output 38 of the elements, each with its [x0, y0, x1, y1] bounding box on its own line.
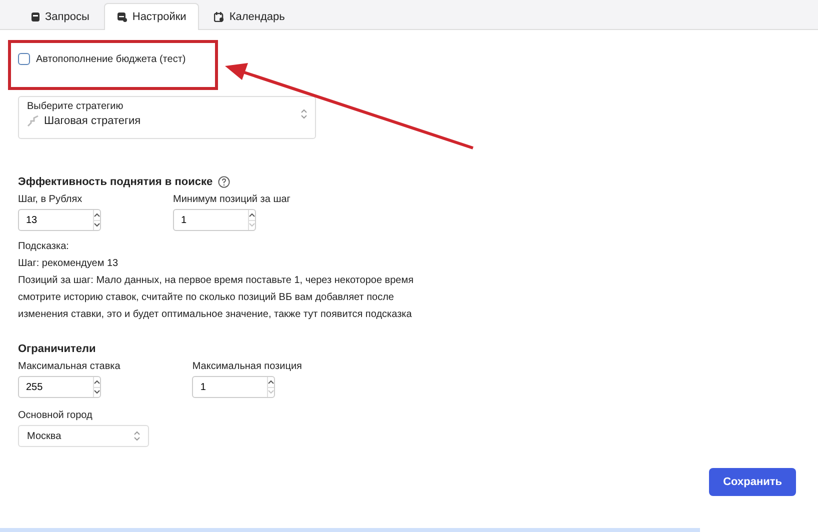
- calendar-icon: [214, 12, 224, 22]
- checkbox-label: Автопополнение бюджета (тест): [36, 54, 186, 64]
- increment-icon[interactable]: [268, 380, 274, 384]
- number-input[interactable]: 255: [19, 377, 93, 397]
- hint-text: Подсказка:: [18, 240, 70, 254]
- decrement-icon[interactable]: [94, 390, 100, 394]
- increment-icon[interactable]: [249, 212, 255, 217]
- field-label: Минимум позиций за шаг: [173, 194, 290, 205]
- updown-icon: [134, 431, 140, 441]
- save-button[interactable]: Сохранить: [709, 468, 796, 496]
- stairs-icon: [27, 115, 39, 127]
- number-field[interactable]: 13: [18, 209, 101, 231]
- number-input[interactable]: 1: [174, 210, 248, 230]
- decrement-icon[interactable]: [94, 223, 100, 228]
- field-label: Основной город: [18, 410, 94, 421]
- tab[interactable]: Настройки: [104, 3, 200, 30]
- help-icon: [218, 176, 230, 188]
- tab[interactable]: Календарь: [201, 3, 298, 30]
- number-field[interactable]: 1: [192, 376, 276, 398]
- hint-text: Шаг: рекомендуем 13: [18, 257, 120, 271]
- tab[interactable]: Запросы: [18, 3, 102, 30]
- number-input[interactable]: 1: [193, 377, 268, 397]
- hint-text: Позиций за шаг: Мало данных, на первое время поставьте 1, через некоторое время смотрите историю ставок, считайте по сколько позиций ВБ вам добавляет после изменения ставки, это и будет оптимальное значение, также тут появится подсказка: [18, 274, 415, 322]
- checkbox[interactable]: [18, 53, 30, 65]
- number-input[interactable]: 13: [19, 210, 93, 230]
- increment-icon[interactable]: [94, 380, 100, 384]
- field-label: Максимальная ставка: [18, 361, 120, 372]
- city-select[interactable]: Москва: [18, 425, 149, 447]
- strategy-select[interactable]: Выберите стратегию Шаговая стратегия: [18, 96, 316, 139]
- updown-icon: [301, 109, 307, 119]
- number-field[interactable]: 1: [173, 209, 256, 231]
- section-title: Эффективность поднятия в поиске: [18, 176, 213, 188]
- increment-icon[interactable]: [94, 212, 100, 217]
- number-field[interactable]: 255: [18, 376, 101, 398]
- field-label: Шаг, в Рублях: [18, 194, 84, 205]
- section-title: Ограничители: [18, 343, 96, 355]
- scrollbar[interactable]: [0, 528, 700, 532]
- field-label: Максимальная позиция: [192, 361, 302, 372]
